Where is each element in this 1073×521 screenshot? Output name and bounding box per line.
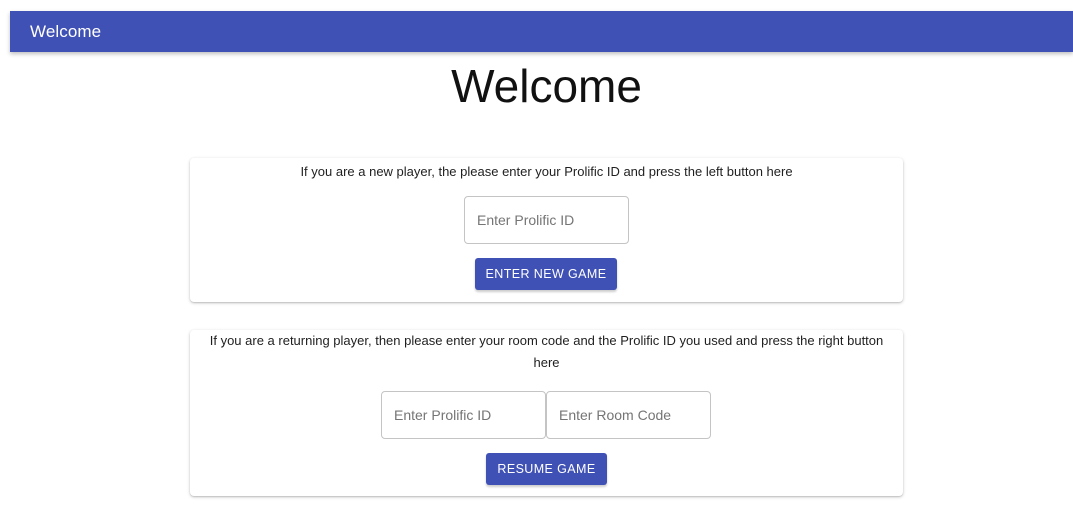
app-bar-title: Welcome xyxy=(30,21,102,41)
returning-player-instructions: If you are a returning player, then plea… xyxy=(209,333,884,370)
page-title: Welcome xyxy=(451,60,642,112)
enter-new-game-button[interactable]: ENTER NEW GAME xyxy=(475,258,617,290)
app-bar: Welcome xyxy=(10,11,1073,52)
new-player-instructions: If you are a new player, the please ente… xyxy=(300,164,793,179)
returning-prolific-id-input[interactable] xyxy=(381,391,546,439)
resume-game-button[interactable]: RESUME GAME xyxy=(486,453,607,485)
new-player-card: If you are a new player, the please ente… xyxy=(190,158,903,302)
room-code-input[interactable] xyxy=(546,391,711,439)
new-prolific-id-input[interactable] xyxy=(464,196,629,244)
returning-player-card: If you are a returning player, then plea… xyxy=(190,330,903,496)
